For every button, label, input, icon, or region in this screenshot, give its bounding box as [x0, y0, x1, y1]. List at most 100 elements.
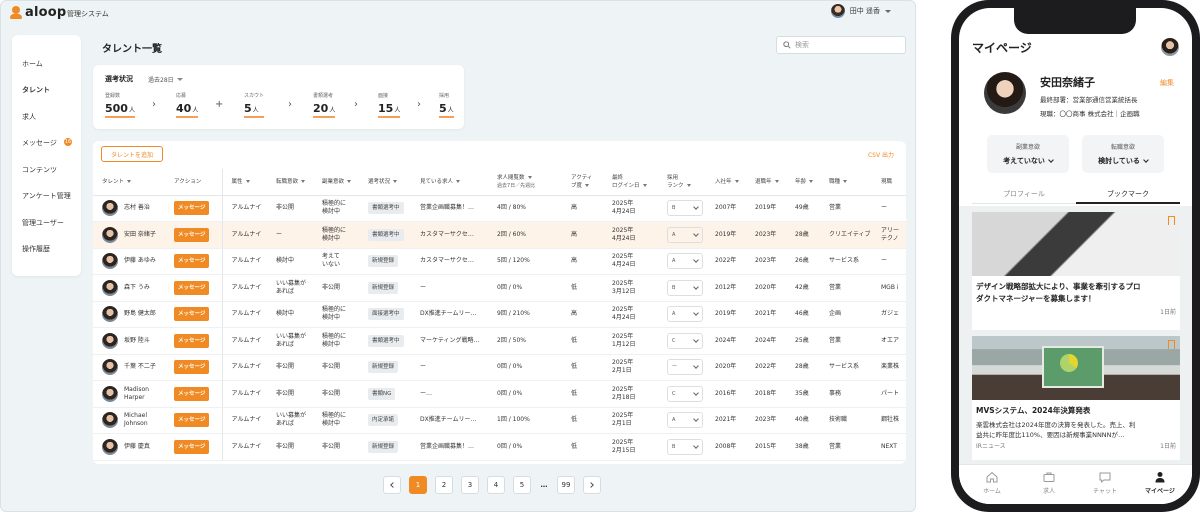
header-age[interactable]: 年齢 — [786, 169, 820, 196]
message-button[interactable]: メッセージ — [174, 307, 210, 322]
rank-select[interactable]: C — [667, 332, 703, 349]
sidebar-item-survey[interactable]: アンケート管理 — [22, 191, 71, 201]
header-job-change[interactable]: 転職意欲 — [267, 169, 313, 196]
nav-mypage[interactable]: マイページ — [1131, 470, 1189, 495]
rank-select[interactable]: A — [667, 412, 703, 429]
message-button[interactable]: メッセージ — [174, 413, 210, 428]
nav-chat[interactable]: チャット — [1076, 470, 1134, 495]
talent-cell[interactable]: 森下 うみ — [93, 274, 165, 302]
stat-registered[interactable]: 登録数 500人 — [105, 92, 135, 118]
table-row[interactable]: Madison Harper メッセージ アルムナイ 非公開 非公開 書類NG ー… 0回 /… — [93, 380, 906, 408]
side-job-intent-select[interactable]: 副業意欲 考えていない — [987, 135, 1069, 173]
header-occupation[interactable]: 職種 — [820, 169, 872, 196]
talent-cell[interactable]: 伊藤 あゆみ — [93, 248, 165, 275]
account-avatar[interactable] — [1161, 38, 1179, 56]
chevron-down-icon — [693, 257, 699, 264]
prev-page-button[interactable] — [383, 476, 401, 494]
sidebar-item-contents[interactable]: コンテンツ — [22, 165, 57, 175]
bookmark-icon[interactable] — [1168, 216, 1175, 225]
bookmark-icon[interactable] — [1168, 340, 1175, 349]
sidebar-item-messages[interactable]: メッセージ — [22, 138, 57, 148]
stat-hired[interactable]: 採用 5人 — [439, 92, 454, 118]
table-row[interactable]: 伊藤 慶真 メッセージ アルムナイ 非公開 非公開 新規登録 営業企画職募集！… 0回 / 0… — [93, 433, 906, 461]
job-change-intent-select[interactable]: 転職意欲 検討している — [1082, 135, 1164, 173]
talent-cell[interactable]: 坂野 陸斗 — [93, 327, 165, 355]
user-menu[interactable]: 田中 遥香 — [830, 4, 891, 18]
message-button[interactable]: メッセージ — [174, 333, 210, 348]
header-rank[interactable]: 採用 ランク — [658, 169, 706, 196]
nav-jobs[interactable]: 求人 — [1020, 470, 1078, 495]
header-status[interactable]: 選考状況 — [359, 169, 411, 196]
header-last-login[interactable]: 最終 ログイン日 — [603, 169, 658, 196]
logo[interactable]: aloop — [10, 5, 66, 20]
table-row[interactable]: Michael Johnson メッセージ アルムナイ いい募集が あれば 積極的に 検… — [93, 407, 906, 434]
stat-document[interactable]: 書類選考 20人 — [313, 92, 336, 118]
page-button-3[interactable]: 3 — [461, 476, 479, 494]
article-card[interactable]: デザイン戦略部拡大により、事業を牽引するプロ ダクトマネージャーを募集します！ … — [972, 212, 1180, 330]
sidebar-item-jobs[interactable]: 求人 — [22, 112, 36, 122]
message-button[interactable]: メッセージ — [174, 386, 210, 401]
stat-interview[interactable]: 面接 15人 — [378, 92, 401, 118]
talent-cell[interactable]: Madison Harper — [93, 380, 165, 408]
page-button-last[interactable]: 99 — [557, 476, 575, 494]
header-talent[interactable]: タレント — [93, 169, 165, 196]
talent-cell[interactable]: Michael Johnson — [93, 407, 165, 434]
message-button[interactable]: メッセージ — [174, 201, 210, 216]
rank-select[interactable]: A — [667, 226, 703, 243]
table-row[interactable]: 伊藤 あゆみ メッセージ アルムナイ 検討中 考えて いない 新規登録 カスタマーサクセ… 5… — [93, 248, 906, 275]
cell-login: 2025年 2月1日 — [603, 407, 658, 434]
header-viewing-jobs[interactable]: 見ている求人 — [411, 169, 488, 196]
csv-export-link[interactable]: CSV 出力 — [868, 150, 894, 159]
stat-scout[interactable]: スカウト 5人 — [244, 92, 265, 118]
header-activity[interactable]: アクティ ブ度 — [562, 169, 603, 196]
rank-select[interactable]: A — [667, 306, 703, 323]
page-button-4[interactable]: 4 — [487, 476, 505, 494]
tab-bookmarks[interactable]: ブックマーク — [1076, 189, 1180, 204]
tab-profile[interactable]: プロフィール — [972, 189, 1076, 199]
rank-select[interactable]: B — [667, 200, 703, 217]
period-select[interactable]: 過去28日 — [148, 75, 183, 84]
edit-profile-link[interactable]: 編集 — [1160, 78, 1174, 88]
talent-cell[interactable]: 野島 健太郎 — [93, 301, 165, 328]
table-row[interactable]: 坂野 陸斗 メッセージ アルムナイ いい募集が あれば 積極的に 検討中 書類選考中 マーケ… — [93, 327, 906, 355]
page-button-5[interactable]: 5 — [513, 476, 531, 494]
table-row[interactable]: 志村 善治 メッセージ アルムナイ 非公開 積極的に 検討中 書類選考中 営業企画職募集！…… — [93, 195, 906, 222]
message-button[interactable]: メッセージ — [174, 360, 210, 375]
header-attribute[interactable]: 属性 — [222, 169, 267, 196]
page-button-1[interactable]: 1 — [409, 476, 427, 494]
rank-select[interactable]: A — [667, 253, 703, 270]
table-row[interactable]: 森下 うみ メッセージ アルムナイ いい募集が あれば 非公開 新規登録ー 0回 / 0% 低… — [93, 274, 906, 302]
table-row[interactable]: 安田 奈緒子 メッセージ アルムナイー積極的に 検討中 書類選考中 カスタマーサクセ… 2… — [93, 221, 906, 249]
sidebar-item-talent[interactable]: タレント — [22, 85, 50, 95]
talent-cell[interactable]: 伊藤 慶真 — [93, 433, 165, 461]
table-row[interactable]: 野島 健太郎 メッセージ アルムナイ 検討中 積極的に 検討中 面接選考中 DX推進チームリ… — [93, 301, 906, 328]
message-button[interactable]: メッセージ — [174, 254, 210, 269]
message-button[interactable]: メッセージ — [174, 227, 210, 242]
table-row[interactable]: 千葉 不二子 メッセージ アルムナイ 非公開 非公開 新規登録ー 0回 / 0% 低 2025年… — [93, 354, 906, 381]
rank-select[interactable]: C — [667, 385, 703, 402]
header-join-year[interactable]: 入社年 — [706, 169, 746, 196]
header-leave-year[interactable]: 退職年 — [746, 169, 786, 196]
sidebar-item-history[interactable]: 操作履歴 — [22, 244, 50, 254]
message-button[interactable]: メッセージ — [174, 280, 210, 295]
sidebar-item-admin-users[interactable]: 管理ユーザー — [22, 218, 64, 228]
rank-select[interactable]: ー — [667, 359, 703, 376]
message-button[interactable]: メッセージ — [174, 439, 210, 454]
talent-cell[interactable]: 千葉 不二子 — [93, 354, 165, 381]
search-input[interactable] — [795, 41, 895, 49]
header-side-job[interactable]: 副業意欲 — [313, 169, 359, 196]
article-card[interactable]: MVSシステム、2024年決算発表 楽雲株式会社は2024年度の決算を発表した。… — [972, 336, 1180, 460]
header-views[interactable]: 求人閲覧数 過去7日／先週比 — [488, 169, 562, 196]
add-talent-button[interactable]: タレントを追加 — [101, 146, 163, 162]
rank-select[interactable]: B — [667, 438, 703, 455]
talent-cell[interactable]: 志村 善治 — [93, 195, 165, 222]
next-page-button[interactable] — [583, 476, 601, 494]
nav-home[interactable]: ホーム — [963, 470, 1021, 495]
page-button-2[interactable]: 2 — [435, 476, 453, 494]
stat-applied[interactable]: 応募 40人 — [176, 92, 199, 118]
phone-screen: マイページ 安田奈緒子 編集 最終部署：営業部通信営業統括長 現職：〇〇商事 株… — [959, 8, 1192, 504]
sidebar-item-home[interactable]: ホーム — [22, 59, 43, 69]
search-box[interactable] — [776, 36, 906, 54]
talent-cell[interactable]: 安田 奈緒子 — [93, 221, 165, 249]
rank-select[interactable]: B — [667, 279, 703, 296]
